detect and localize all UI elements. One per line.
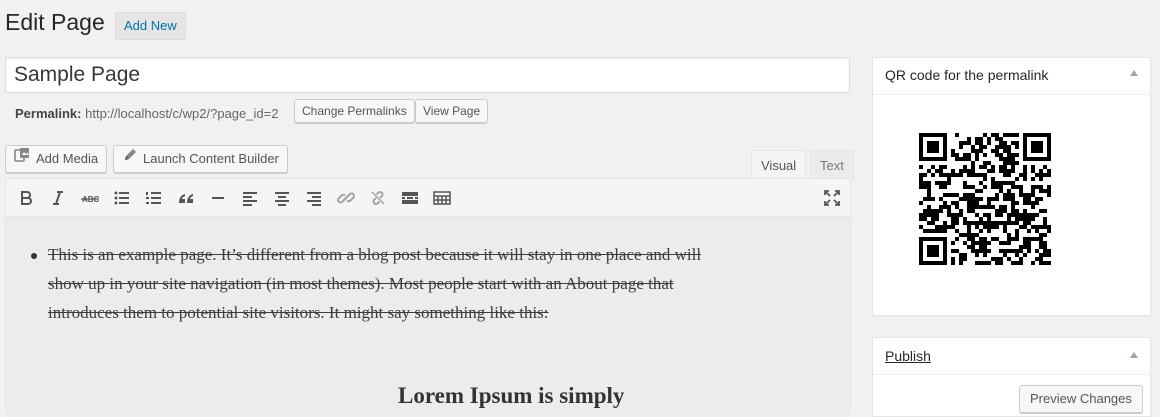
title-input[interactable] — [6, 58, 849, 92]
bold-icon[interactable] — [15, 187, 37, 209]
blockquote-icon[interactable] — [175, 187, 197, 209]
title-field[interactable] — [5, 57, 850, 93]
media-icon — [14, 146, 31, 172]
launch-builder-label: Launch Content Builder — [143, 151, 279, 166]
editor-content[interactable]: This is an example page. It’s different … — [6, 217, 850, 417]
tab-visual[interactable]: Visual — [751, 150, 807, 179]
strikethrough-icon[interactable]: ABC — [79, 187, 101, 209]
add-media-button[interactable]: Add Media — [5, 145, 108, 173]
tab-text[interactable]: Text — [810, 150, 854, 179]
publish-box: Publish Preview Changes — [872, 337, 1151, 417]
fullscreen-icon[interactable] — [821, 187, 843, 209]
collapse-arrow-icon[interactable] — [1130, 70, 1138, 76]
numbered-list-icon[interactable] — [143, 187, 165, 209]
list-bullet — [31, 253, 37, 259]
add-new-button[interactable]: Add New — [115, 12, 186, 40]
content-paragraph: This is an example page. It’s different … — [48, 245, 702, 322]
permalink-label: Permalink: — [15, 106, 82, 121]
qr-code-image — [919, 133, 1051, 265]
read-more-icon[interactable] — [399, 187, 421, 209]
bullet-list-icon[interactable] — [111, 187, 133, 209]
add-media-label: Add Media — [36, 151, 99, 166]
change-permalinks-button[interactable]: Change Permalinks — [294, 99, 415, 123]
view-page-button[interactable]: View Page — [415, 99, 489, 123]
toolbar-toggle-icon[interactable] — [431, 187, 453, 209]
qr-box-title: QR code for the permalink — [885, 67, 1049, 83]
link-icon[interactable] — [335, 187, 357, 209]
permalink-url[interactable]: http://localhost/c/wp2/?page_id=2 — [85, 106, 278, 121]
qr-code-box: QR code for the permalink — [872, 57, 1151, 316]
align-center-icon[interactable] — [271, 187, 293, 209]
collapse-arrow-icon[interactable] — [1130, 352, 1138, 358]
publish-title[interactable]: Publish — [885, 348, 931, 364]
horizontal-rule-icon[interactable] — [207, 187, 229, 209]
qr-box-header[interactable]: QR code for the permalink — [873, 58, 1150, 95]
pencil-icon — [122, 146, 138, 172]
preview-changes-button[interactable]: Preview Changes — [1019, 385, 1143, 413]
permalink-row: Permalink: http://localhost/c/wp2/?page_… — [15, 104, 278, 124]
editor: ABC This is an example page. It’s differ… — [5, 178, 851, 417]
page-title: Edit Page — [5, 9, 105, 35]
launch-content-builder-button[interactable]: Launch Content Builder — [113, 145, 288, 173]
align-left-icon[interactable] — [239, 187, 261, 209]
italic-icon[interactable] — [47, 187, 69, 209]
unlink-icon[interactable] — [367, 187, 389, 209]
content-heading: Lorem Ipsum is simply — [398, 383, 625, 408]
editor-toolbar: ABC — [6, 179, 850, 217]
align-right-icon[interactable] — [303, 187, 325, 209]
